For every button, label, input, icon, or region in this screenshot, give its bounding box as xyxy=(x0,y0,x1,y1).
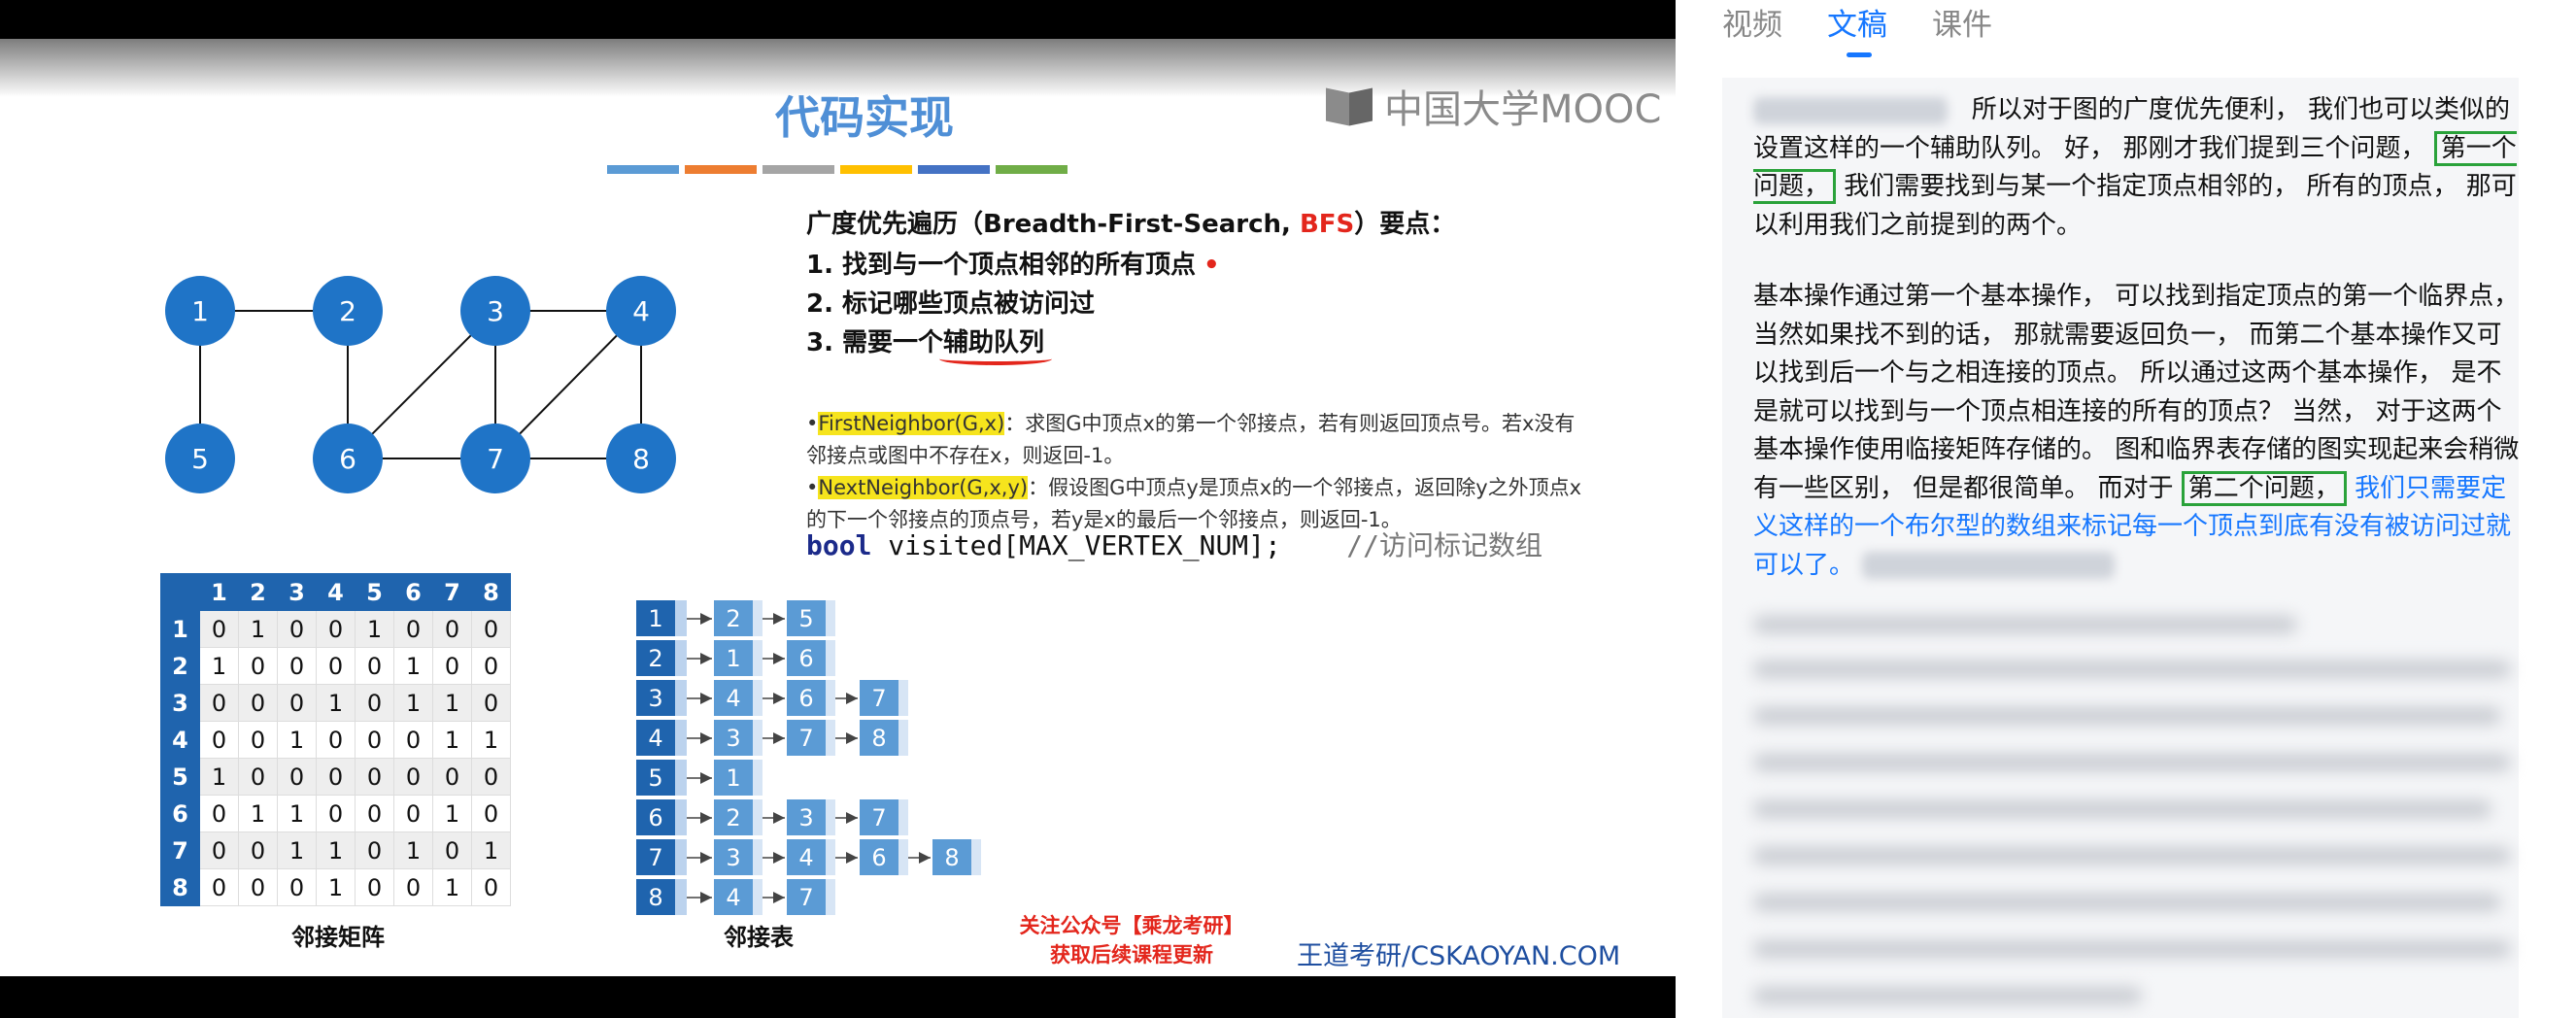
list-node-next xyxy=(753,680,763,716)
tab-transcript[interactable]: 文稿 xyxy=(1827,0,1887,57)
list-node-next xyxy=(753,600,763,636)
list-node-next xyxy=(826,839,835,875)
list-head-label: 8 xyxy=(648,884,662,911)
list-head-label: 5 xyxy=(648,764,662,792)
blur-line xyxy=(1753,894,2501,911)
list-node-next xyxy=(898,839,908,875)
blur-line xyxy=(1753,661,2511,678)
list-node-next xyxy=(753,640,763,676)
red-dot: • xyxy=(1203,251,1220,280)
mooc-logo-icon xyxy=(1326,86,1376,125)
list-node-next xyxy=(898,799,908,835)
list-node-label: 4 xyxy=(798,844,813,871)
list-head-pointer xyxy=(675,839,687,875)
blur-line xyxy=(1753,800,2491,818)
blur-line xyxy=(1753,847,2511,865)
list-node-next xyxy=(898,720,908,756)
blur-line xyxy=(1753,754,2511,771)
adjacency-list: 1 2 5 2 1 6 3 4 6 7 4 3 7 8 5 1 6 2 3 7 7 3 4 6 8 8 4 7 xyxy=(636,600,981,915)
list-node-next xyxy=(753,720,763,756)
list-node-label: 7 xyxy=(798,725,813,752)
transcript-body[interactable]: 所以对于图的广度优先便利， 我们也可以类似的设置这样的一个辅助队列。 好， 那刚… xyxy=(1722,78,2519,1018)
list-node-label: 2 xyxy=(726,605,740,632)
list-head-pointer xyxy=(675,640,687,676)
list-head-pointer xyxy=(675,760,687,796)
follow-notice: 关注公众号【乘龙考研】 获取后续课程更新 xyxy=(1010,911,1253,969)
list-head-pointer xyxy=(675,879,687,915)
blur-line xyxy=(1753,707,2501,725)
list-head-label: 1 xyxy=(648,605,662,632)
list-node-next xyxy=(826,680,835,716)
list-node-next xyxy=(826,640,835,676)
list-node-label: 6 xyxy=(871,844,886,871)
site-watermark: 王道考研/CSKAOYAN.COM xyxy=(1297,941,1621,971)
list-node-next xyxy=(753,799,763,835)
list-node-label: 1 xyxy=(726,764,740,792)
list-head-pointer xyxy=(675,680,687,716)
video-player[interactable]: 代码实现 中国大学MOOC 12345678 广度优先遍历（Breadth-Fi… xyxy=(0,0,1676,1018)
list-node-label: 8 xyxy=(871,725,886,752)
lecture-slide: 代码实现 中国大学MOOC 12345678 广度优先遍历（Breadth-Fi… xyxy=(0,39,1676,976)
list-node-label: 3 xyxy=(726,725,740,752)
list-head-label: 3 xyxy=(648,685,662,712)
list-head-label: 7 xyxy=(648,844,662,871)
blurred-text xyxy=(1862,552,2116,579)
mooc-logo: 中国大学MOOC xyxy=(1326,78,1661,134)
list-head-pointer xyxy=(675,600,687,636)
follow-line-1: 关注公众号【乘龙考研】 xyxy=(1019,914,1244,937)
list-caption: 邻接表 xyxy=(724,924,794,951)
transcript-panel: 视频 文稿 课件 所以对于图的广度优先便利， 我们也可以类似的设置这样的一个辅助… xyxy=(1676,0,2576,1018)
blur-line xyxy=(1753,987,2142,1004)
list-head-label: 6 xyxy=(648,804,662,831)
list-node-next xyxy=(753,839,763,875)
list-node-label: 5 xyxy=(798,605,813,632)
panel-tabs: 视频 文稿 课件 xyxy=(1722,0,1992,57)
transcript-paragraph-2: 基本操作通过第一个基本操作， 可以找到指定顶点的第一个临界点， 当然如果找不到的… xyxy=(1753,282,2520,580)
list-node-next xyxy=(826,799,835,835)
transcript-paragraph-1: 所以对于图的广度优先便利， 我们也可以类似的设置这样的一个辅助队列。 好， 那刚… xyxy=(1753,95,2517,240)
list-node-label: 6 xyxy=(798,685,813,712)
list-node-next xyxy=(971,839,981,875)
list-node-label: 3 xyxy=(726,844,740,871)
list-head-label: 2 xyxy=(648,645,662,672)
list-node-label: 7 xyxy=(871,804,886,831)
list-node-next xyxy=(898,680,908,716)
list-node-next xyxy=(753,879,763,915)
list-node-label: 1 xyxy=(726,645,740,672)
list-node-next xyxy=(826,720,835,756)
tab-courseware[interactable]: 课件 xyxy=(1932,0,1992,57)
tab-video[interactable]: 视频 xyxy=(1722,0,1782,57)
list-head-pointer xyxy=(675,799,687,835)
list-node-label: 6 xyxy=(798,645,813,672)
list-head-pointer xyxy=(675,720,687,756)
mooc-logo-text: 中国大学MOOC xyxy=(1384,87,1662,132)
list-node-next xyxy=(753,760,763,796)
follow-line-2: 获取后续课程更新 xyxy=(1050,943,1213,967)
list-node-label: 7 xyxy=(798,884,813,911)
list-head-label: 4 xyxy=(648,725,662,752)
list-node-label: 7 xyxy=(871,685,886,712)
blurred-text xyxy=(1753,96,1948,124)
highlight-box-2: 第二个问题， xyxy=(2181,470,2347,506)
list-node-label: 2 xyxy=(726,804,740,831)
list-node-label: 4 xyxy=(726,884,740,911)
blur-line xyxy=(1753,616,2297,633)
list-node-next xyxy=(826,879,835,915)
blur-line xyxy=(1753,940,2511,958)
list-node-label: 3 xyxy=(798,804,813,831)
list-node-label: 4 xyxy=(726,685,740,712)
list-node-label: 8 xyxy=(944,844,959,871)
list-node-next xyxy=(826,600,835,636)
